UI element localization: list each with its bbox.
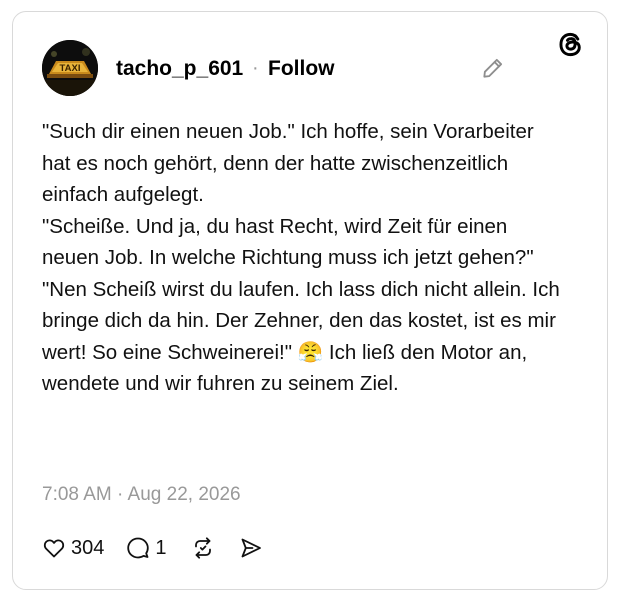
author-username[interactable]: tacho_p_601 [116, 57, 243, 81]
like-count: 304 [71, 536, 105, 559]
repost-icon [194, 537, 211, 559]
comment-icon [127, 537, 150, 559]
reply-button[interactable]: 1 [126, 536, 167, 560]
post-timestamp[interactable]: 7:08 AM · Aug 22, 2026 [42, 484, 241, 506]
taxi-sign-text: TAXI [60, 63, 81, 74]
avatar[interactable]: TAXI [42, 40, 98, 96]
share-button[interactable] [239, 536, 263, 560]
repost-button[interactable] [191, 536, 215, 560]
separator-dot: · [252, 57, 259, 79]
follow-button[interactable]: Follow [268, 57, 335, 81]
like-button[interactable]: 304 [42, 536, 104, 560]
post-actions-bar: 304 1 [42, 533, 263, 563]
threads-logo-icon[interactable] [557, 31, 584, 58]
heart-icon [43, 539, 65, 558]
pencil-icon[interactable] [480, 55, 506, 81]
post-body-text: "Such dir einen neuen Job." Ich hoffe, s… [42, 120, 560, 395]
taxi-sign-image: TAXI [42, 40, 98, 96]
send-icon [241, 538, 261, 558]
reply-count: 1 [155, 536, 167, 559]
